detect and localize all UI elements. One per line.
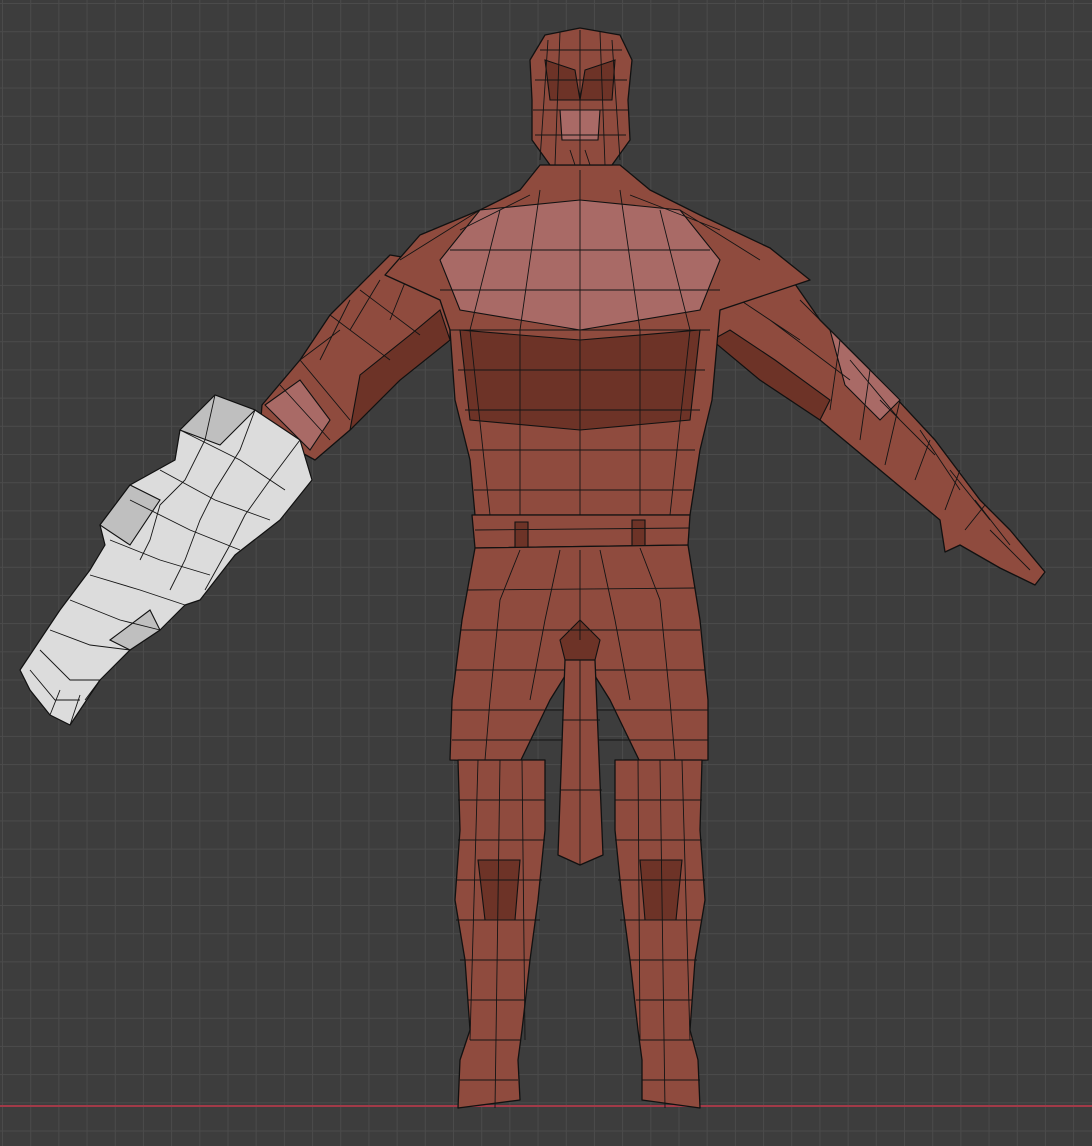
tail-mesh[interactable] [557,659,604,866]
3d-viewport[interactable] [0,0,1092,1146]
arm-left-mesh[interactable] [709,247,1046,586]
leg-right-mesh[interactable] [454,759,546,1109]
glove-mesh[interactable] [19,394,313,726]
head-mesh[interactable] [529,27,633,166]
character-mesh[interactable] [0,0,1092,1146]
leg-left-mesh[interactable] [614,759,706,1109]
